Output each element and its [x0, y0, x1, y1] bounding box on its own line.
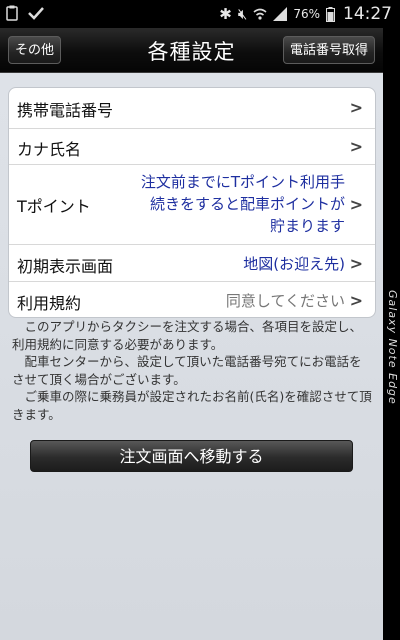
note-paragraph: ご乗車の際に乗務員が設定されたお名前(氏名)を確認させて頂きます。: [12, 389, 372, 422]
chevron-right-icon: >: [349, 291, 363, 310]
check-icon: [28, 7, 44, 20]
row-label: 利用規約: [17, 294, 82, 313]
row-value: 同意してください: [225, 292, 345, 310]
info-note: このアプリからタクシーを注文する場合、各項目を設定し、利用規約に同意する必要があ…: [12, 318, 372, 423]
battery-icon: [326, 6, 335, 22]
chevron-right-icon: >: [349, 254, 363, 273]
battery-percent: 76%: [293, 7, 320, 21]
row-label: 携帯電話番号: [17, 101, 114, 120]
get-phone-number-button[interactable]: 電話番号取得: [282, 36, 375, 64]
clipboard-icon: [6, 5, 18, 21]
chevron-right-icon: >: [349, 195, 363, 214]
settings-row-kana-name[interactable]: カナ氏名 >: [9, 128, 375, 164]
mute-icon: 🔇︎: [237, 5, 248, 23]
settings-row-phone[interactable]: 携帯電話番号 >: [9, 88, 375, 128]
device-label: Galaxy Note Edge: [386, 290, 399, 405]
signal-icon: [273, 7, 288, 21]
bluetooth-icon: ✱: [219, 5, 232, 23]
tpoint-description: 注文前までにTポイント利用手 続きをすると配車ポイントが 貯まります: [141, 171, 345, 237]
settings-row-initial-screen[interactable]: 初期表示画面 地図(お迎え先) >: [9, 244, 375, 281]
status-left-icons: [6, 5, 44, 21]
tpoint-text-line: 貯まります: [269, 217, 345, 235]
clock: 14:27: [343, 4, 392, 24]
note-paragraph: 配車センターから、設定して頂いた電話番号宛てにお電話をさせて頂く場合がございます…: [12, 354, 362, 387]
row-label: 初期表示画面: [17, 257, 114, 276]
chevron-right-icon: >: [349, 137, 363, 156]
row-value: 地図(お迎え先): [243, 255, 345, 273]
go-to-order-button[interactable]: 注文画面へ移動する: [30, 440, 353, 472]
navigation-bar: その他 各種設定 電話番号取得: [0, 28, 383, 73]
tpoint-text-line: 注文前までにTポイント利用手: [140, 173, 345, 191]
note-paragraph: このアプリからタクシーを注文する場合、各項目を設定し、利用規約に同意する必要があ…: [12, 319, 363, 352]
wifi-icon: [253, 8, 267, 20]
chevron-right-icon: >: [349, 98, 363, 117]
edge-panel: Galaxy Note Edge: [383, 28, 400, 640]
tpoint-text-line: 続きをすると配車ポイントが: [149, 195, 345, 213]
settings-row-tpoint[interactable]: Tポイント 注文前までにTポイント利用手 続きをすると配車ポイントが 貯まります…: [9, 164, 375, 244]
status-right: ✱ 🔇︎ 76% 14:27: [219, 4, 392, 24]
settings-screen: その他 各種設定 電話番号取得 携帯電話番号 > カナ氏名 > Tポイント 注文…: [0, 28, 383, 640]
row-label: Tポイント: [17, 197, 91, 216]
row-label: カナ氏名: [17, 140, 82, 159]
settings-list: 携帯電話番号 > カナ氏名 > Tポイント 注文前までにTポイント利用手 続きを…: [8, 87, 376, 318]
status-bar: ✱ 🔇︎ 76% 14:27: [0, 0, 400, 28]
settings-row-terms[interactable]: 利用規約 同意してください >: [9, 281, 375, 317]
